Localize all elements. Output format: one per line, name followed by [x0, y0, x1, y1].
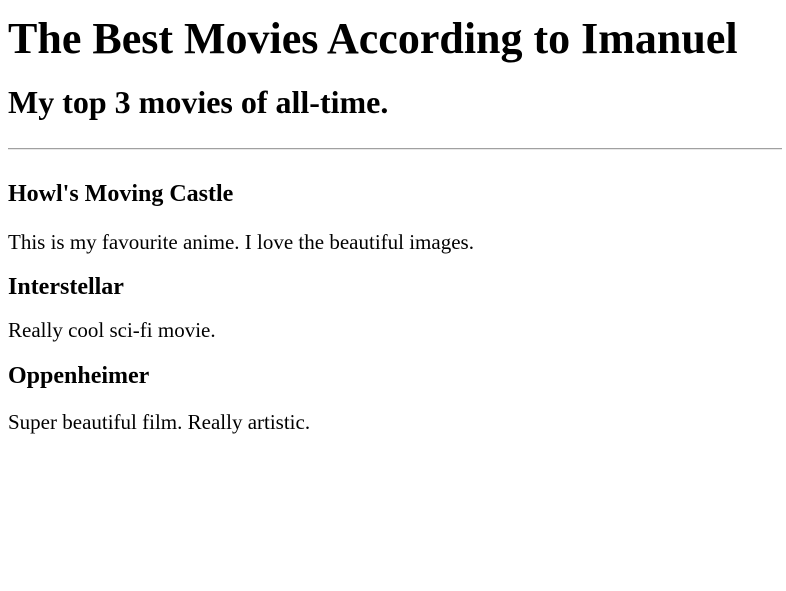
movie-description: Super beautiful film. Really artistic. [8, 410, 311, 434]
movie-title: Oppenheimer [8, 363, 150, 389]
movie-title: Howl's Moving Castle [8, 181, 234, 207]
movie-item: Oppenheimer Super beautiful film. Really… [8, 361, 778, 435]
movie-item: Interstellar Really cool sci-fi movie. [8, 272, 778, 343]
page-subtitle: My top 3 movies of all-time. [8, 84, 389, 120]
page-content: The Best Movies According to Imanuel My … [0, 12, 786, 435]
divider [8, 148, 782, 150]
movie-description: Really cool sci-fi movie. [8, 318, 216, 342]
movie-description: This is my favourite anime. I love the b… [8, 230, 474, 254]
movie-title: Interstellar [8, 274, 124, 300]
page-title: The Best Movies According to Imanuel [8, 14, 738, 63]
movie-item: Howl's Moving Castle This is my favourit… [8, 179, 778, 255]
